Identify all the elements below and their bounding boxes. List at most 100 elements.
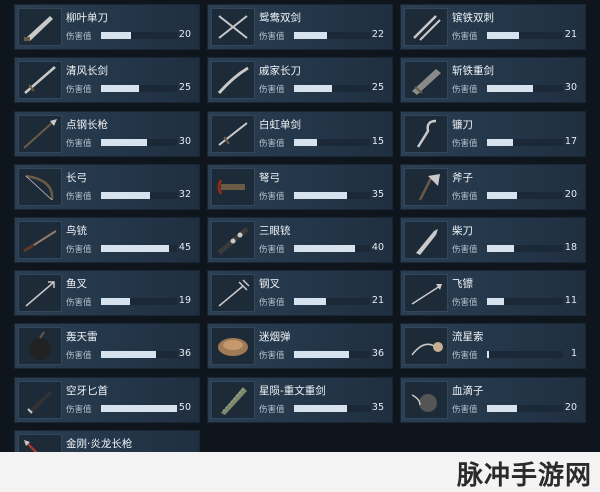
weapon-card[interactable]: 点钢长枪 伤害值 30: [14, 111, 200, 157]
weapon-card[interactable]: 鸟铳 伤害值 45: [14, 217, 200, 263]
weapon-thumbnail: [18, 115, 62, 153]
weapon-grid: 柳叶单刀 伤害值 20 鸳鸯双剑 伤害值 22 镔铁双刺 伤害值 21 清风长剑…: [0, 0, 600, 492]
damage-bar-fill: [294, 351, 349, 358]
damage-value: 20: [564, 189, 577, 200]
dart-icon: [411, 284, 442, 305]
weapon-card[interactable]: 清风长剑 伤害值 25: [14, 57, 200, 103]
weapon-thumbnail: [404, 115, 448, 153]
weapon-card[interactable]: 斩铁重剑 伤害值 30: [400, 57, 586, 103]
bomb-icon: [29, 331, 51, 360]
weapon-card[interactable]: 镰刀 伤害值 17: [400, 111, 586, 157]
stat-label: 伤害值: [452, 139, 478, 149]
damage-value: 18: [564, 242, 577, 253]
damage-value: 35: [371, 189, 384, 200]
weapon-thumbnail: [404, 61, 448, 99]
weapon-card[interactable]: 飞镖 伤害值 11: [400, 270, 586, 316]
weapon-card[interactable]: 空牙匕首 伤害值 50: [14, 377, 200, 423]
weapon-thumbnail: [18, 381, 62, 419]
stat-label: 伤害值: [452, 192, 478, 202]
weapon-card[interactable]: 流星索 伤害值 1: [400, 323, 586, 369]
damage-value: 22: [371, 29, 384, 40]
weapon-name: 钢叉: [259, 278, 280, 290]
weapon-name: 柳叶单刀: [66, 12, 108, 24]
weapon-card[interactable]: 血滴子 伤害值 20: [400, 377, 586, 423]
stat-label: 伤害值: [66, 405, 92, 415]
damage-value: 36: [178, 348, 191, 359]
damage-bar: [294, 192, 370, 199]
stat-label: 伤害值: [259, 405, 285, 415]
damage-bar: [294, 32, 370, 39]
damage-bar-fill: [101, 85, 139, 92]
damage-bar-fill: [101, 139, 147, 146]
damage-value: 21: [371, 295, 384, 306]
weapon-card[interactable]: 三眼铳 伤害值 40: [207, 217, 393, 263]
damage-bar-fill: [294, 85, 332, 92]
weapon-thumbnail: [404, 381, 448, 419]
damage-bar: [101, 85, 177, 92]
stat-label: 伤害值: [66, 298, 92, 308]
damage-bar-fill: [101, 32, 132, 39]
weapon-card[interactable]: 白虹单剑 伤害值 15: [207, 111, 393, 157]
damage-bar-fill: [487, 139, 513, 146]
heavy-sword-icon: [412, 69, 441, 95]
weapon-card[interactable]: 轰天雷 伤害值 36: [14, 323, 200, 369]
weapon-thumbnail: [404, 327, 448, 365]
weapon-name: 斩铁重剑: [452, 65, 494, 77]
saber-icon: [24, 16, 53, 41]
stat-label: 伤害值: [452, 298, 478, 308]
dagger-icon: [27, 391, 52, 414]
weapon-card[interactable]: 弩弓 伤害值 35: [207, 164, 393, 210]
trident-icon: [218, 279, 250, 307]
axe-icon: [418, 174, 440, 201]
damage-value: 25: [371, 82, 384, 93]
damage-bar: [294, 405, 370, 412]
damage-value: 35: [371, 402, 384, 413]
damage-bar: [294, 85, 370, 92]
weapon-name: 白虹单剑: [259, 119, 301, 131]
stat-label: 伤害值: [66, 32, 92, 42]
stat-label: 伤害值: [452, 32, 478, 42]
damage-bar: [101, 405, 177, 412]
damage-value: 25: [178, 82, 191, 93]
weapon-card[interactable]: 戚家长刀 伤害值 25: [207, 57, 393, 103]
damage-bar-fill: [101, 405, 177, 412]
weapon-name: 飞镖: [452, 278, 473, 290]
weapon-name: 镔铁双刺: [452, 12, 494, 24]
damage-bar: [101, 32, 177, 39]
crossed-swords-icon: [218, 15, 248, 39]
weapon-card[interactable]: 柴刀 伤害值 18: [400, 217, 586, 263]
stat-label: 伤害值: [259, 192, 285, 202]
weapon-thumbnail: [211, 381, 255, 419]
damage-bar-fill: [487, 85, 533, 92]
damage-value: 15: [371, 136, 384, 147]
weapon-card[interactable]: 鱼叉 伤害值 19: [14, 270, 200, 316]
weapon-card[interactable]: 长弓 伤害值 32: [14, 164, 200, 210]
weapon-card[interactable]: 钢叉 伤害值 21: [207, 270, 393, 316]
stat-label: 伤害值: [259, 298, 285, 308]
damage-value: 20: [564, 402, 577, 413]
weapon-card[interactable]: 鸳鸯双剑 伤害值 22: [207, 4, 393, 50]
damage-bar: [487, 351, 563, 358]
damage-bar-fill: [487, 32, 519, 39]
damage-bar-fill: [487, 405, 518, 412]
damage-value: 20: [178, 29, 191, 40]
stat-label: 伤害值: [259, 351, 285, 361]
weapon-card[interactable]: 星陨-重文重剑 伤害值 35: [207, 377, 393, 423]
weapon-thumbnail: [211, 221, 255, 259]
weapon-card[interactable]: 迷烟弹 伤害值 36: [207, 323, 393, 369]
damage-bar-fill: [487, 351, 489, 358]
stat-label: 伤害值: [259, 245, 285, 255]
stat-label: 伤害值: [259, 85, 285, 95]
long-blade-icon: [217, 66, 249, 94]
damage-value: 30: [564, 82, 577, 93]
weapon-thumbnail: [211, 327, 255, 365]
weapon-thumbnail: [404, 274, 448, 312]
weapon-thumbnail: [404, 168, 448, 206]
machete-icon: [416, 229, 438, 255]
weapon-card[interactable]: 斧子 伤害值 20: [400, 164, 586, 210]
sickle-icon: [416, 119, 437, 148]
weapon-card[interactable]: 柳叶单刀 伤害值 20: [14, 4, 200, 50]
damage-bar: [487, 405, 563, 412]
weapon-card[interactable]: 镔铁双刺 伤害值 21: [400, 4, 586, 50]
damage-bar: [294, 298, 370, 305]
